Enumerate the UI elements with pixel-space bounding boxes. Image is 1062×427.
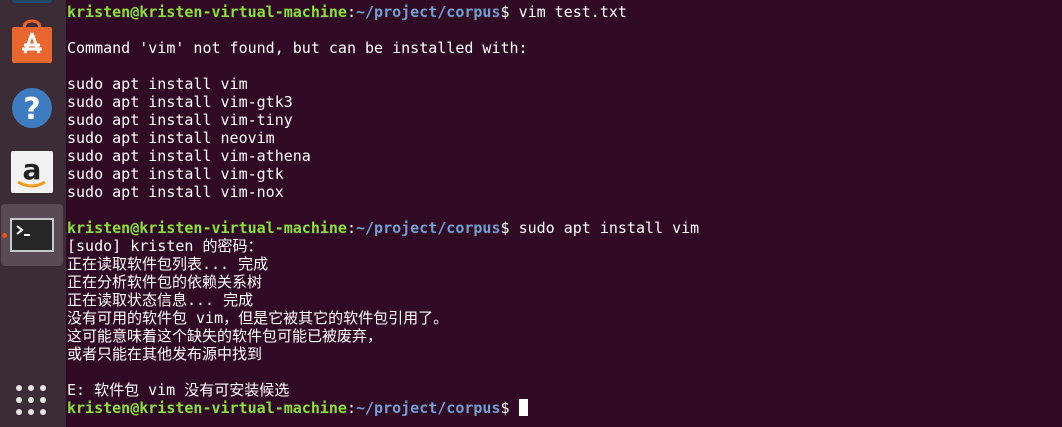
dock: ? a [0,0,66,427]
output-line: sudo apt install vim-gtk3 [67,93,293,111]
dock-item-partial[interactable] [12,0,52,3]
svg-text:a: a [23,153,42,186]
output-line: 这可能意味着这个缺失的软件包可能已被废弃， [67,327,383,345]
shopping-bag-icon [12,19,52,63]
output-line: 正在读取状态信息... 完成 [67,291,254,309]
command-text: sudo apt install vim [518,219,700,237]
cursor [518,399,528,416]
prompt-user: kristen@kristen-virtual-machine [67,3,347,21]
dock-item-help[interactable]: ? [9,86,55,132]
output-line: 正在分析软件包的依赖关系树 [67,273,263,291]
prompt-user: kristen@kristen-virtual-machine [67,399,347,417]
terminal-output[interactable]: kristen@kristen-virtual-machine:~/projec… [67,3,1062,427]
active-indicator [2,233,7,238]
prompt-path: ~/project/corpus [356,3,501,21]
app-grid-icon[interactable] [14,383,50,419]
prompt-user: kristen@kristen-virtual-machine [67,219,347,237]
output-line: sudo apt install vim-athena [67,147,311,165]
dock-item-amazon[interactable]: a [9,149,55,195]
command-text: vim test.txt [518,3,627,21]
output-line: 正在读取软件包列表... 完成 [67,255,269,273]
output-line: 没有可用的软件包 vim，但是它被其它的软件包引用了。 [67,309,449,327]
output-line: Command 'vim' not found, but can be inst… [67,39,528,57]
dock-item-terminal[interactable] [1,204,63,266]
prompt-line: kristen@kristen-virtual-machine:~/projec… [67,219,700,237]
dock-item-ubuntu-software[interactable] [9,19,55,65]
prompt-path: ~/project/corpus [356,399,501,417]
output-line: sudo apt install neovim [67,129,275,147]
amazon-icon: a [11,151,53,193]
output-line: E: 软件包 vim 没有可安装候选 [67,381,290,399]
svg-text:?: ? [23,92,40,127]
output-line: sudo apt install vim [67,75,248,93]
output-line: sudo apt install vim-tiny [67,111,293,129]
terminal-icon [10,218,54,252]
prompt-path: ~/project/corpus [356,219,501,237]
output-line: 或者只能在其他发布源中找到 [67,345,263,363]
output-line: [sudo] kristen 的密码： [67,237,263,255]
help-icon: ? [12,88,52,128]
prompt-line: kristen@kristen-virtual-machine:~/projec… [67,399,1062,417]
output-line: sudo apt install vim-nox [67,183,284,201]
prompt-line: kristen@kristen-virtual-machine:~/projec… [67,3,627,21]
output-line: sudo apt install vim-gtk [67,165,284,183]
